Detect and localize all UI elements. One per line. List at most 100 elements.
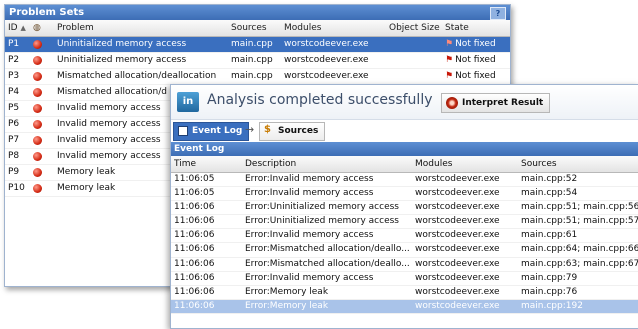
help-icon[interactable]: ?: [490, 7, 506, 20]
interpret-result-button[interactable]: Interpret Result: [441, 93, 551, 113]
row-sources: main.cpp:64; main.cpp:66: [521, 244, 638, 255]
row-time: 11:06:06: [174, 272, 215, 283]
row-modules: worstcodeever.exe: [284, 55, 369, 65]
column-header-modules[interactable]: Modules: [415, 156, 515, 172]
column-header-time[interactable]: Time: [174, 156, 234, 172]
tab-event-log-label: Event Log: [192, 126, 243, 136]
analysis-status-message: Analysis completed successfully: [207, 92, 433, 108]
event-log-row[interactable]: 11:06:06 Error:Invalid memory access worst…: [171, 229, 638, 244]
row-id: P2: [8, 55, 20, 65]
column-header-object-size[interactable]: Object Size: [389, 20, 443, 36]
row-state: ⚑ Not fixed: [445, 39, 496, 49]
row-id: P3: [8, 71, 20, 81]
interpret-result-label: Interpret Result: [462, 98, 544, 108]
row-sources: main.cpp:76: [521, 286, 578, 297]
row-description: Error:Mismatched allocation/deallo...: [245, 244, 410, 255]
interpret-result-icon: [446, 97, 458, 109]
tab-sources[interactable]: $ Sources: [259, 122, 326, 141]
not-fixed-flag-icon: ⚑: [445, 55, 454, 65]
row-modules: worstcodeever.exe: [415, 272, 500, 283]
problem-sets-header: ID ▲ ◍ Problem Sources Modules Object Si…: [5, 20, 510, 37]
row-sources: main.cpp:51; main.cpp:56: [521, 202, 638, 213]
row-modules: worstcodeever.exe: [415, 286, 500, 297]
row-time: 11:06:06: [174, 230, 215, 241]
row-description: Error:Uninitialized memory access: [245, 202, 399, 213]
row-sources: main.cpp:51; main.cpp:57: [521, 216, 638, 227]
analysis-tabs: Event Log → $ Sources: [171, 120, 638, 142]
tab-sources-label: Sources: [278, 126, 319, 136]
problem-type-icon: ◍: [33, 23, 41, 33]
row-id: P6: [8, 119, 20, 129]
row-description: Error:Memory leak: [245, 286, 329, 297]
analysis-panel: in Analysis completed successfully Inter…: [170, 84, 638, 329]
column-header-id[interactable]: ID ▲: [8, 20, 30, 36]
table-row[interactable]: P1 Uninitialized memory access main.cpp wor…: [5, 37, 510, 53]
row-id: P5: [8, 103, 20, 113]
row-modules: worstcodeever.exe: [415, 216, 500, 227]
row-id: P1: [8, 39, 20, 49]
row-id: P10: [8, 183, 25, 193]
row-description: Error:Invalid memory access: [245, 230, 374, 241]
row-id: P8: [8, 151, 20, 161]
problem-sets-title-bar: Problem Sets ?: [5, 5, 510, 20]
column-header-description[interactable]: Description: [245, 156, 415, 172]
event-log-row[interactable]: 11:06:05 Error:Invalid memory access worst…: [171, 187, 638, 202]
row-modules: worstcodeever.exe: [415, 258, 500, 269]
row-modules: worstcodeever.exe: [284, 39, 369, 49]
row-time: 11:06:06: [174, 258, 215, 269]
row-id: P7: [8, 135, 20, 145]
problem-error-icon: [33, 181, 47, 199]
row-id: P9: [8, 167, 20, 177]
analysis-banner: in Analysis completed successfully Inter…: [171, 85, 638, 120]
row-sources: main.cpp:63; main.cpp:67: [521, 258, 638, 269]
column-header-sources[interactable]: Sources: [521, 156, 638, 172]
not-fixed-flag-icon: ⚑: [445, 39, 454, 49]
event-log-row[interactable]: 11:06:06 Error:Uninitialized memory acces…: [171, 215, 638, 230]
column-header-sources[interactable]: Sources: [231, 20, 279, 36]
row-time: 11:06:06: [174, 202, 215, 213]
row-sources: main.cpp: [231, 71, 273, 81]
event-log-icon: [178, 126, 188, 136]
row-modules: worstcodeever.exe: [415, 202, 500, 213]
row-state: ⚑ Not fixed: [445, 55, 496, 65]
sort-ascending-icon: ▲: [20, 24, 26, 32]
event-log-header: Time Description Modules Sources: [171, 156, 638, 173]
row-modules: worstcodeever.exe: [415, 300, 500, 311]
event-log-row[interactable]: 11:06:05 Error:Invalid memory access worst…: [171, 173, 638, 188]
row-time: 11:06:06: [174, 216, 215, 227]
event-log-row[interactable]: 11:06:06 Error:Mismatched allocation/deal…: [171, 243, 638, 258]
row-description: Error:Invalid memory access: [245, 188, 374, 199]
row-sources: main.cpp: [231, 55, 273, 65]
event-log-row[interactable]: 11:06:06 Error:Memory leak worstcodeever.e…: [171, 299, 638, 314]
column-header-problem[interactable]: Problem: [57, 20, 222, 36]
not-fixed-flag-icon: ⚑: [445, 71, 454, 81]
event-log-row[interactable]: 11:06:06 Error:Invalid memory access worst…: [171, 272, 638, 286]
column-header-modules[interactable]: Modules: [284, 20, 384, 36]
row-time: 11:06:06: [174, 244, 215, 255]
row-time: 11:06:06: [174, 300, 215, 311]
table-row[interactable]: P3 Mismatched allocation/deallocation main…: [5, 69, 510, 85]
row-modules: worstcodeever.exe: [284, 71, 369, 81]
row-sources: main.cpp:61: [521, 230, 578, 241]
event-log-row[interactable]: 11:06:06 Error:Uninitialized memory acces…: [171, 201, 638, 216]
table-row[interactable]: P2 Uninitialized memory access main.cpp wor…: [5, 53, 510, 69]
tab-event-log[interactable]: Event Log: [173, 122, 250, 141]
row-sources: main.cpp:192: [521, 300, 583, 311]
event-log-row[interactable]: 11:06:06 Error:Memory leak worstcodeever.e…: [171, 286, 638, 300]
row-id: P4: [8, 87, 20, 97]
row-state: ⚑ Not fixed: [445, 71, 496, 81]
row-description: Error:Mismatched allocation/deallo...: [245, 258, 410, 269]
column-header-state[interactable]: State: [445, 20, 507, 36]
row-description: Error:Memory leak: [245, 300, 329, 311]
row-problem: Uninitialized memory access: [57, 55, 187, 65]
sources-icon: $: [264, 124, 271, 135]
problem-sets-title: Problem Sets: [9, 7, 85, 18]
row-description: Error:Invalid memory access: [245, 272, 374, 283]
inspector-logo-icon: in: [177, 92, 199, 112]
row-sources: main.cpp:79: [521, 272, 578, 283]
event-log-rows: 11:06:05 Error:Invalid memory access worst…: [171, 173, 638, 314]
row-sources: main.cpp:52: [521, 174, 578, 184]
row-modules: worstcodeever.exe: [415, 174, 500, 184]
column-header-type-icon[interactable]: ◍: [33, 20, 47, 36]
event-log-row[interactable]: 11:06:06 Error:Mismatched allocation/deal…: [171, 258, 638, 272]
